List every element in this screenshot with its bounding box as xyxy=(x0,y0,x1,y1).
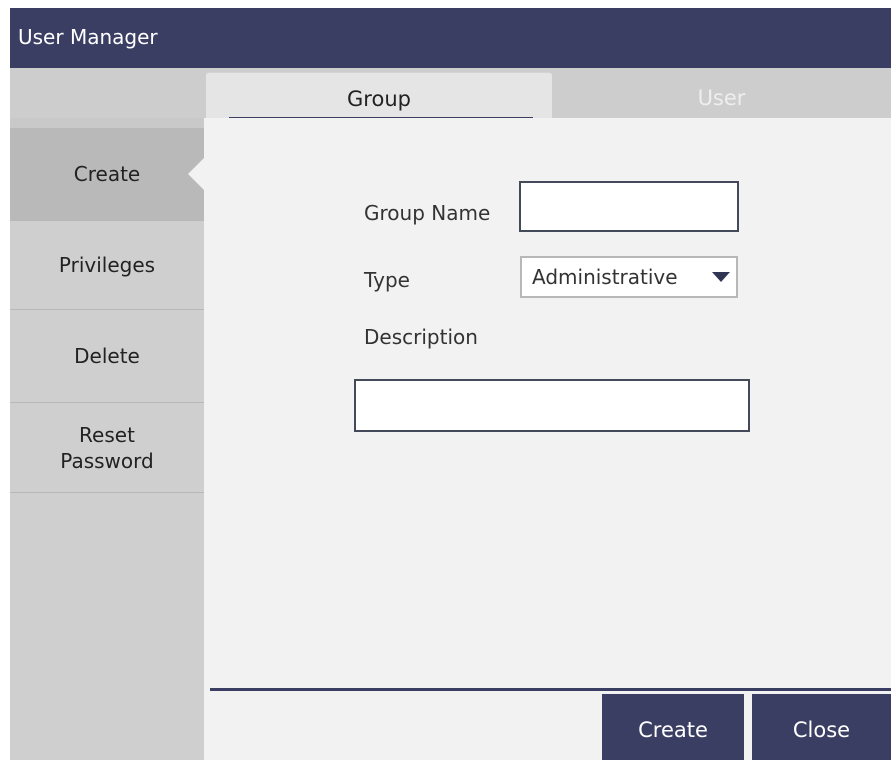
create-button[interactable]: Create xyxy=(602,694,744,760)
group-name-input[interactable] xyxy=(519,181,739,232)
group-name-label: Group Name xyxy=(364,201,491,225)
type-select[interactable]: Administrative xyxy=(520,256,738,298)
sidebar-item-label: Reset Password xyxy=(60,422,154,473)
sidebar-item-label: Create xyxy=(73,162,141,186)
sidebar-item-reset-password[interactable]: Reset Password xyxy=(10,403,204,493)
window-title: User Manager xyxy=(10,8,891,68)
description-label: Description xyxy=(364,325,478,349)
tab-group[interactable]: Group xyxy=(206,72,552,122)
tab-user[interactable]: User xyxy=(552,72,891,122)
close-button[interactable]: Close xyxy=(752,694,891,760)
description-input[interactable] xyxy=(354,379,750,432)
type-select-value: Administrative xyxy=(532,265,678,289)
sidebar-item-create[interactable]: Create xyxy=(10,128,204,221)
sidebar: Create Privileges Delete Reset Password xyxy=(10,128,204,760)
user-manager-window: User Manager Group User Create Privilege… xyxy=(10,8,891,760)
chevron-down-icon xyxy=(712,272,730,282)
sidebar-item-privileges[interactable]: Privileges xyxy=(10,221,204,310)
sidebar-item-label: Privileges xyxy=(58,253,156,277)
sidebar-item-delete[interactable]: Delete xyxy=(10,310,204,403)
sidebar-item-label: Delete xyxy=(74,344,140,368)
active-item-pointer xyxy=(188,158,204,190)
tab-user-label: User xyxy=(697,86,746,110)
type-label: Type xyxy=(364,268,410,292)
tab-group-label: Group xyxy=(347,87,411,111)
